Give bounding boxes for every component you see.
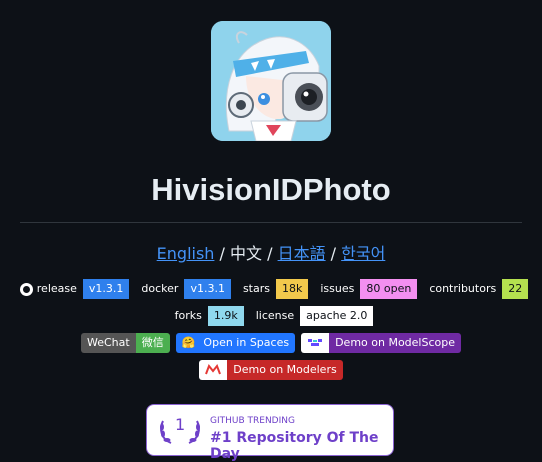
badge-label: stars — [236, 279, 276, 299]
badge-label: WeChat — [81, 333, 136, 353]
badge-value: apache 2.0 — [300, 306, 374, 326]
divider — [20, 222, 522, 223]
badge-value: 22 — [502, 279, 529, 299]
lang-separator: / — [262, 244, 278, 263]
lang-korean-link[interactable]: 한국어 — [341, 244, 385, 263]
huggingface-icon: 🤗 — [175, 333, 198, 353]
github-icon — [19, 282, 33, 296]
trending-title: #1 Repository Of The Day — [210, 430, 379, 462]
badge-label: forks — [168, 306, 208, 326]
lang-separator: / — [214, 244, 230, 263]
modelers-badge[interactable]: Demo on Modelers — [199, 360, 343, 380]
modelers-icon — [199, 360, 228, 380]
badge-label: issues — [314, 279, 361, 299]
badge-label: release — [36, 282, 77, 295]
release-badge[interactable]: release v1.3.1 — [13, 279, 130, 299]
project-logo — [211, 21, 331, 141]
modelscope-icon — [301, 333, 330, 353]
license-badge[interactable]: license apache 2.0 — [249, 306, 374, 326]
language-switcher: English / 中文 / 日本語 / 한국어 — [0, 240, 542, 264]
stars-badge[interactable]: stars 18k — [236, 279, 309, 299]
badge-value: v1.3.1 — [82, 279, 130, 299]
badge-value: 1.9k — [207, 306, 244, 326]
huggingface-spaces-badge[interactable]: 🤗 Open in Spaces — [175, 333, 296, 353]
modelscope-badge[interactable]: Demo on ModelScope — [301, 333, 461, 353]
lang-separator: / — [325, 244, 342, 263]
badge-value: Demo on Modelers — [227, 360, 343, 380]
badge-row-stats: release v1.3.1 docker v1.3.1 stars 18k i… — [0, 279, 542, 299]
badge-row-modelers: Demo on Modelers — [0, 360, 542, 380]
badge-label: docker — [135, 279, 185, 299]
trending-kicker: GITHUB TRENDING — [210, 416, 295, 426]
lang-chinese-current: 中文 — [230, 244, 263, 263]
github-trending-card[interactable]: 1 GITHUB TRENDING #1 Repository Of The D… — [146, 404, 394, 462]
lang-japanese-link[interactable]: 日本語 — [278, 244, 326, 263]
badge-row-meta: forks 1.9k license apache 2.0 — [0, 306, 542, 326]
issues-badge[interactable]: issues 80 open — [314, 279, 418, 299]
badge-row-demos: WeChat 微信 🤗 Open in Spaces Demo on Model… — [0, 333, 542, 353]
lang-english-link[interactable]: English — [157, 244, 215, 263]
forks-badge[interactable]: forks 1.9k — [168, 306, 244, 326]
contributors-badge[interactable]: contributors 22 — [423, 279, 529, 299]
badge-label: contributors — [423, 279, 503, 299]
badge-value: Demo on ModelScope — [329, 333, 461, 353]
badge-label: license — [249, 306, 301, 326]
badge-value: 80 open — [360, 279, 418, 299]
trending-rank: 1 — [175, 415, 186, 434]
badge-value: 18k — [275, 279, 309, 299]
docker-badge[interactable]: docker v1.3.1 — [135, 279, 231, 299]
badge-value: 微信 — [135, 333, 170, 353]
page-title: HivisionIDPhoto — [151, 172, 391, 207]
badge-value: v1.3.1 — [184, 279, 231, 299]
badge-value: Open in Spaces — [197, 333, 296, 353]
wechat-badge[interactable]: WeChat 微信 — [81, 333, 170, 353]
